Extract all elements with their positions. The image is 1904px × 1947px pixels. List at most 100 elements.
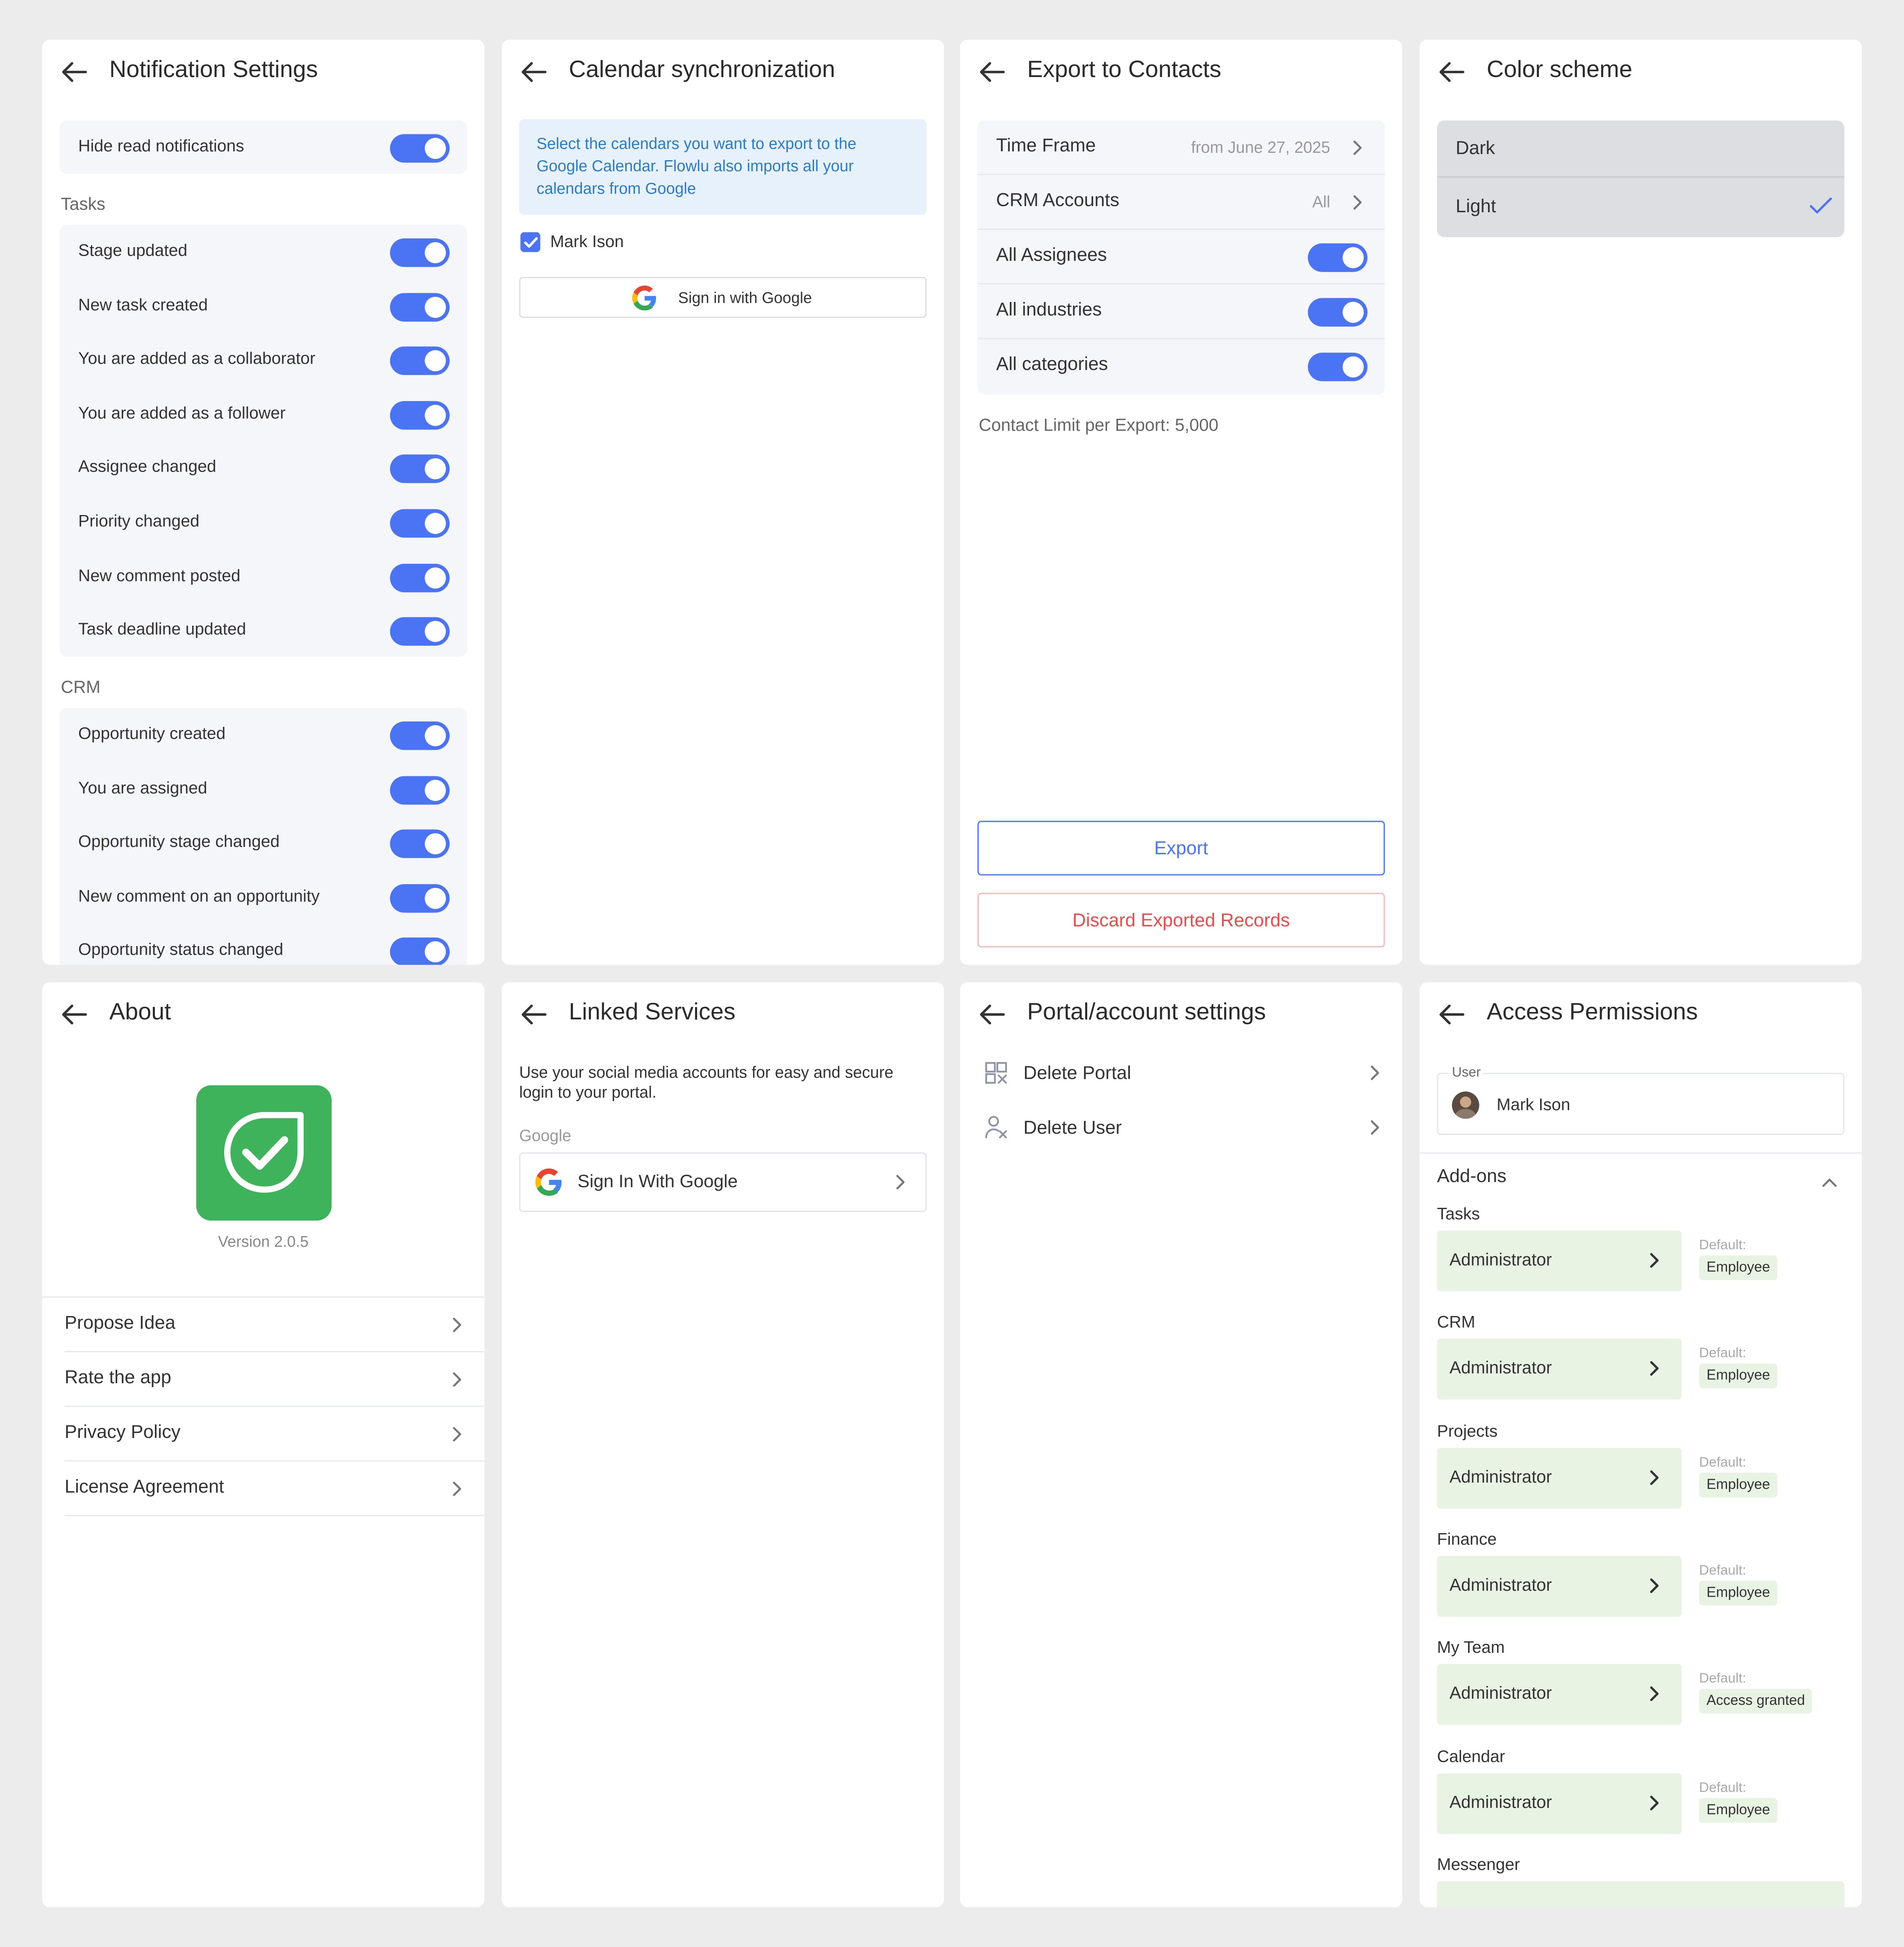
toggle-label: Opportunity stage changed — [78, 832, 280, 851]
section-title-google: Google — [519, 1126, 571, 1145]
role-select[interactable]: Administrator — [1437, 1664, 1682, 1725]
toggle-switch[interactable] — [1308, 243, 1368, 272]
row-value: from June 27, 2025 — [1191, 138, 1330, 157]
color-scheme-screen: Color scheme Dark Light — [1420, 39, 1862, 965]
toggle-switch[interactable] — [390, 721, 450, 750]
toggle-label: Opportunity status changed — [78, 940, 284, 959]
addons-header[interactable]: Add-ons — [1420, 1159, 1862, 1194]
toggle-switch[interactable] — [390, 830, 450, 858]
toggle-row: You are added as a collaborator — [59, 333, 467, 388]
chevron-right-icon — [447, 1424, 467, 1444]
module-label: Projects — [1437, 1422, 1498, 1441]
back-arrow-icon[interactable] — [1438, 59, 1466, 84]
toggle-switch[interactable] — [390, 293, 450, 321]
back-arrow-icon[interactable] — [520, 59, 548, 84]
back-arrow-icon[interactable] — [61, 1002, 89, 1027]
menu-item-delete-portal[interactable]: Delete Portal — [960, 1046, 1402, 1100]
sign-in-with-google-row[interactable]: Sign In With Google — [519, 1152, 927, 1212]
toggle-switch[interactable] — [390, 347, 450, 375]
time-frame-row[interactable]: Time Frame from June 27, 2025 — [977, 120, 1385, 175]
role-select[interactable]: Administrator — [1437, 1773, 1682, 1834]
discard-exported-records-button[interactable]: Discard Exported Records — [977, 893, 1385, 948]
chevron-right-icon — [1645, 1359, 1664, 1378]
default-label: Default: — [1699, 1346, 1746, 1361]
crm-accounts-row[interactable]: CRM Accounts All — [977, 175, 1385, 230]
calendar-checkbox[interactable] — [520, 232, 541, 252]
role-value: Administrator — [1449, 1682, 1552, 1703]
menu-item-propose-idea[interactable]: Propose Idea — [64, 1298, 484, 1352]
header: Portal/account settings — [960, 982, 1402, 1047]
role-select[interactable]: Administrator — [1437, 1230, 1682, 1291]
role-value: Administrator — [1449, 1249, 1552, 1269]
menu-item-label: Delete Portal — [1023, 1063, 1131, 1084]
default-badge: Employee — [1699, 1473, 1778, 1498]
back-arrow-icon[interactable] — [979, 1002, 1006, 1027]
menu-item-rate-app[interactable]: Rate the app — [64, 1352, 484, 1407]
toggle-row: Stage updated — [59, 225, 467, 279]
toggle-switch[interactable] — [390, 563, 450, 592]
toggle-label: Stage updated — [78, 241, 188, 260]
toggle-label: You are added as a collaborator — [78, 349, 316, 368]
role-select[interactable]: Administrator — [1437, 1339, 1682, 1400]
role-value: Administrator — [1449, 1357, 1552, 1377]
field-label: User — [1449, 1065, 1484, 1080]
toggle-switch[interactable] — [390, 884, 450, 912]
toggle-label: You are added as a follower — [78, 403, 286, 422]
header: Access Permissions — [1420, 982, 1862, 1047]
toggle-switch[interactable] — [390, 134, 450, 163]
google-icon — [535, 1168, 563, 1202]
scheme-options: Dark Light — [1437, 120, 1845, 237]
toggle-switch[interactable] — [1308, 352, 1368, 381]
back-arrow-icon[interactable] — [979, 59, 1006, 84]
scheme-option-dark[interactable]: Dark — [1437, 120, 1845, 178]
toggle-switch[interactable] — [390, 238, 450, 267]
default-label: Default: — [1699, 1781, 1746, 1796]
access-permissions-screen: Access Permissions User Mark Ison Add-on… — [1420, 982, 1862, 1908]
toggle-switch[interactable] — [390, 509, 450, 538]
chevron-right-icon — [447, 1315, 467, 1335]
toggle-switch[interactable] — [1308, 298, 1368, 327]
header: Linked Services — [502, 982, 944, 1047]
menu-item-delete-user[interactable]: Delete User — [960, 1100, 1402, 1155]
page-title: Calendar synchronization — [569, 57, 835, 84]
back-arrow-icon[interactable] — [520, 1002, 548, 1027]
toggle-label: You are assigned — [78, 778, 207, 797]
menu-item-label: Delete User — [1023, 1117, 1122, 1139]
menu-item-privacy-policy[interactable]: Privacy Policy — [64, 1407, 484, 1462]
version-text: Version 2.0.5 — [218, 1233, 309, 1250]
toggle-label: New comment posted — [78, 565, 241, 585]
description-text: Use your social media accounts for easy … — [519, 1063, 894, 1102]
toggle-row: New task created — [59, 279, 467, 334]
role-select[interactable]: Administrator — [1437, 1448, 1682, 1509]
page-title: Linked Services — [569, 999, 736, 1026]
sign-in-with-google-button[interactable]: Sign in with Google — [519, 277, 927, 318]
chevron-right-icon — [1645, 1576, 1664, 1595]
hide-read-card: Hide read notifications — [59, 120, 467, 174]
user-select-field[interactable]: User Mark Ison — [1437, 1065, 1845, 1135]
toggle-switch[interactable] — [390, 775, 450, 804]
chevron-right-icon — [1347, 193, 1367, 212]
toggle-switch[interactable] — [390, 617, 450, 646]
menu-item-license-agreement[interactable]: License Agreement — [64, 1461, 484, 1516]
scheme-option-light[interactable]: Light — [1437, 179, 1845, 237]
chevron-right-icon — [447, 1370, 467, 1389]
toggle-switch[interactable] — [390, 455, 450, 484]
role-select[interactable] — [1437, 1881, 1845, 1908]
back-arrow-icon[interactable] — [61, 59, 89, 84]
module-label: My Team — [1437, 1638, 1505, 1657]
section-title: Add-ons — [1437, 1166, 1506, 1187]
toggle-row-hide-read: Hide read notifications — [59, 120, 467, 175]
row-value: All — [1312, 192, 1330, 211]
row-label: All categories — [996, 354, 1108, 375]
menu-item-label: Rate the app — [64, 1367, 171, 1389]
header: Export to Contacts — [960, 40, 1402, 104]
toggle-switch[interactable] — [390, 401, 450, 430]
user-name: Mark Ison — [1496, 1095, 1570, 1114]
screens-canvas: Notification Settings Hide read notifica… — [0, 0, 1904, 1947]
toggle-switch[interactable] — [390, 938, 450, 965]
menu-item-label: Propose Idea — [64, 1312, 176, 1334]
role-select[interactable]: Administrator — [1437, 1556, 1682, 1617]
back-arrow-icon[interactable] — [1438, 1002, 1466, 1027]
export-button[interactable]: Export — [977, 821, 1385, 876]
section-title-crm: CRM — [61, 676, 101, 697]
